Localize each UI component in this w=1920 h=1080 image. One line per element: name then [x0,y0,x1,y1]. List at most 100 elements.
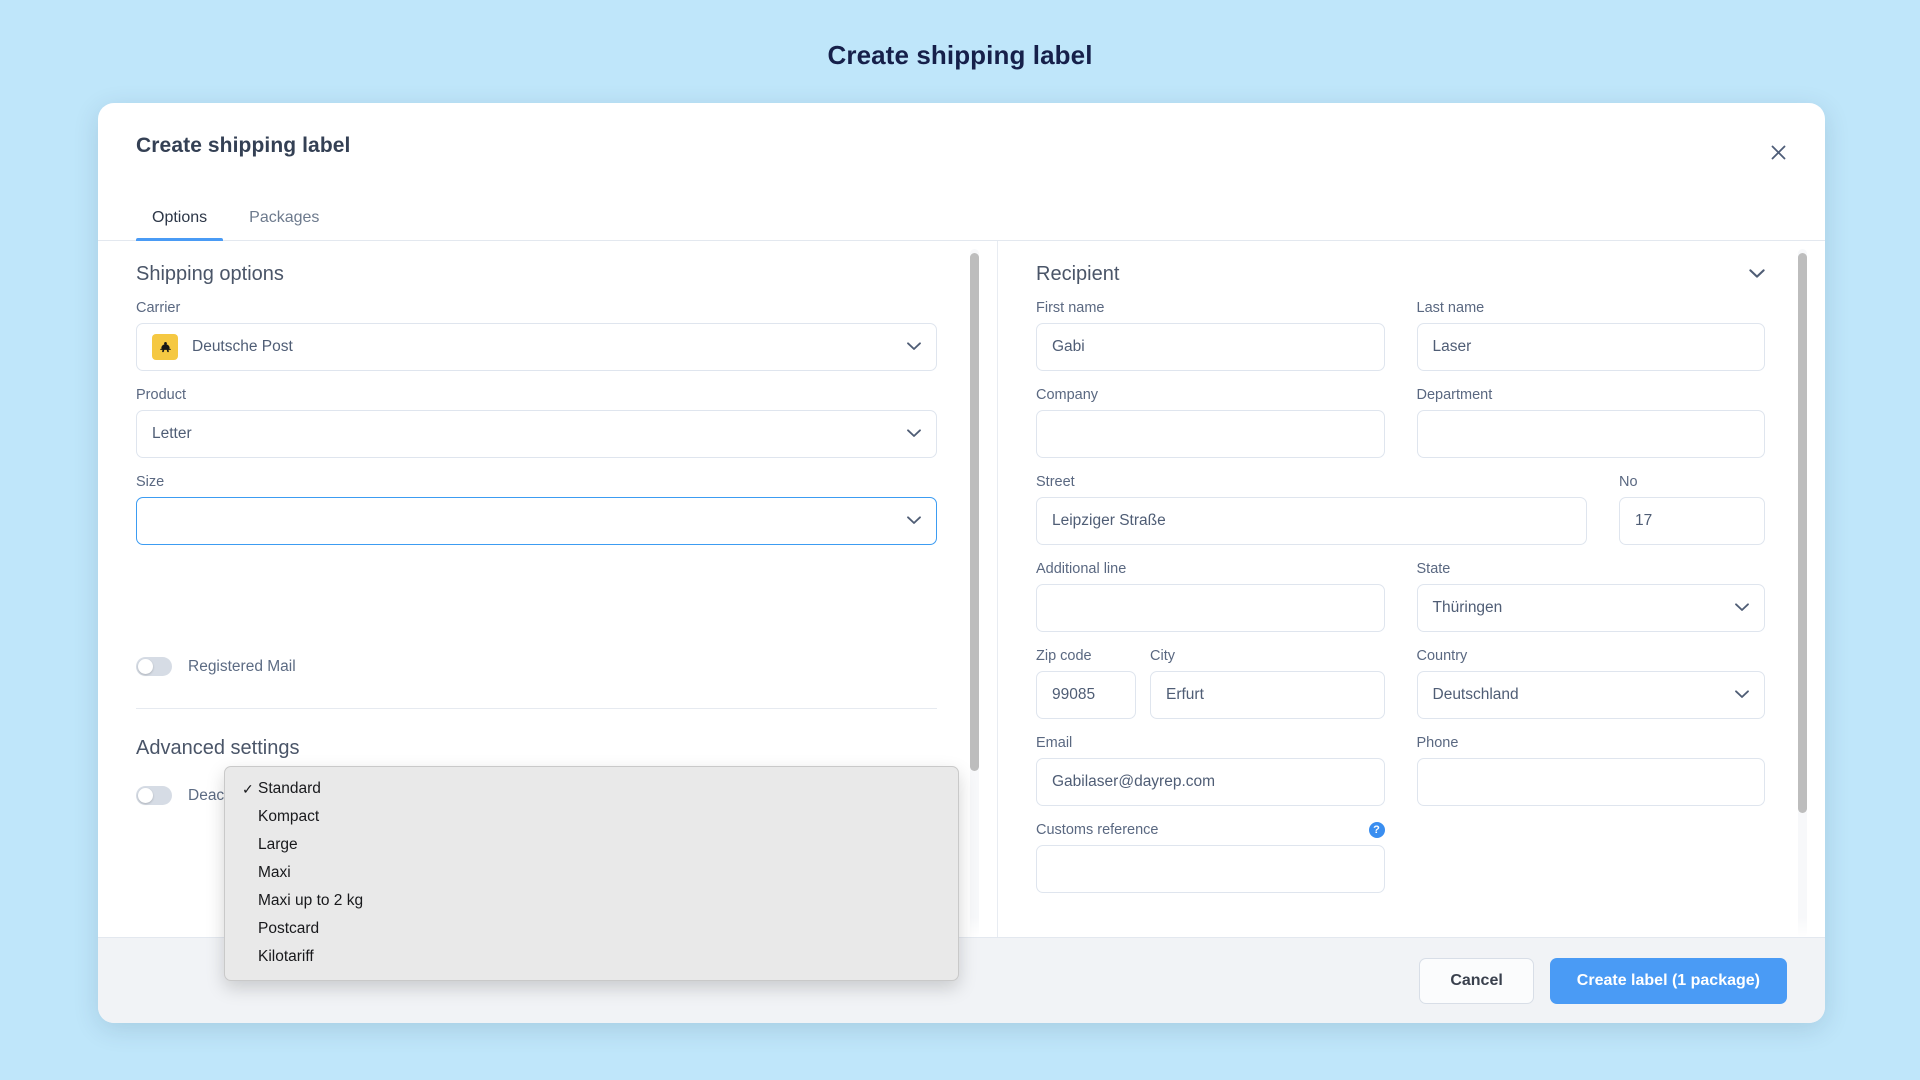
house-no-label: No [1619,474,1638,490]
state-select[interactable]: Thüringen [1416,584,1765,632]
zip-code-input[interactable]: 99085 [1036,671,1136,719]
department-input[interactable] [1416,410,1765,458]
dialog-header: Create shipping label [98,103,1825,189]
department-label: Department [1416,387,1493,403]
zip-city-country-row: Zip code 99085 City Erfurt Country Deuts… [1036,648,1765,735]
chevron-down-icon [1735,688,1749,701]
company-row: Company Department [1036,387,1765,474]
dialog-title: Create shipping label [136,134,351,157]
country-label: Country [1416,648,1468,664]
size-option-kompact[interactable]: Kompact [225,803,958,831]
carrier-field: Carrier Deutsche Post [136,300,937,371]
product-select[interactable]: Letter [136,410,937,458]
carrier-value: Deutsche Post [192,338,293,355]
street-input[interactable]: Leipziger Straße [1036,497,1587,545]
city-field: City Erfurt [1150,648,1385,719]
size-select[interactable] [136,497,937,545]
recipient-scrollbar[interactable] [1798,249,1807,937]
size-option-label: Large [258,836,298,853]
first-name-field: First name Gabi [1036,300,1385,371]
city-label: City [1150,648,1175,664]
first-name-value: Gabi [1052,338,1085,355]
street-value: Leipziger Straße [1052,512,1166,529]
email-input[interactable]: Gabilaser@dayrep.com [1036,758,1385,806]
tab-options[interactable]: Options [136,209,224,241]
registered-mail-row: Registered Mail [136,657,937,676]
size-option-maxi-up-to-2kg[interactable]: Maxi up to 2 kg [225,887,958,915]
company-label: Company [1036,387,1099,403]
size-option-label: Standard [258,780,321,797]
size-option-label: Kompact [258,808,320,825]
zip-code-label: Zip code [1036,648,1092,664]
size-option-kilotariff[interactable]: Kilotariff [225,943,958,971]
phone-field: Phone [1416,735,1765,806]
product-field: Product Letter [136,387,937,458]
phone-label: Phone [1416,735,1459,751]
deutsche-post-horn-icon [152,334,178,360]
close-icon[interactable] [1761,135,1795,169]
create-label-button[interactable]: Create label (1 package) [1549,957,1787,1004]
email-value: Gabilaser@dayrep.com [1052,773,1216,790]
additional-line-label: Additional line [1036,561,1127,577]
help-question-icon[interactable]: ? [1368,822,1385,838]
shipping-options-scrollbar[interactable] [970,249,979,937]
city-value: Erfurt [1166,686,1204,703]
dialog-body: Shipping options Carrier Deutsche Post P… [98,241,1825,981]
carrier-select[interactable]: Deutsche Post [136,323,937,371]
first-name-label: First name [1036,300,1105,316]
size-option-standard[interactable]: ✓ Standard [225,775,958,803]
city-input[interactable]: Erfurt [1150,671,1385,719]
size-dropdown-menu[interactable]: ✓ Standard Kompact Large Maxi Maxi up to… [224,766,959,981]
country-select[interactable]: Deutschland [1416,671,1765,719]
size-option-large[interactable]: Large [225,831,958,859]
size-option-postcard[interactable]: Postcard [225,915,958,943]
state-label: State [1416,561,1451,577]
additional-line-input[interactable] [1036,584,1385,632]
phone-input[interactable] [1416,758,1765,806]
customs-reference-label: Customs reference [1036,822,1159,838]
additional-line-field: Additional line [1036,561,1385,632]
recipient-pane: Recipient First name Gabi Last name Lase… [998,241,1825,937]
advanced-settings-heading: Advanced settings [136,737,300,759]
house-no-value: 17 [1635,512,1653,529]
country-group: Country Deutschland [1416,648,1765,735]
last-name-field: Last name Laser [1416,300,1765,371]
state-field: State Thüringen [1416,561,1765,632]
customs-reference-field: Customs reference ? [1036,822,1385,893]
chevron-down-icon [907,427,921,440]
section-divider [136,708,937,709]
size-option-maxi[interactable]: Maxi [225,859,958,887]
size-option-label: Maxi up to 2 kg [258,892,364,909]
first-name-input[interactable]: Gabi [1036,323,1385,371]
registered-mail-toggle[interactable] [136,657,172,676]
company-input[interactable] [1036,410,1385,458]
size-field: Size [136,474,937,545]
email-field: Email Gabilaser@dayrep.com [1036,735,1385,806]
size-option-label: Postcard [258,920,320,937]
size-option-label: Kilotariff [258,948,314,965]
dialog-tabs: Options Packages [98,189,1825,241]
carrier-label: Carrier [136,300,181,316]
recipient-heading-row: Recipient [1036,263,1765,286]
email-phone-row: Email Gabilaser@dayrep.com Phone [1036,735,1765,822]
last-name-value: Laser [1432,338,1472,355]
chevron-down-icon[interactable] [1749,267,1765,282]
email-label: Email [1036,735,1073,751]
deactivate-weight-check-toggle[interactable] [136,786,172,805]
chevron-down-icon [1735,601,1749,614]
customs-reference-input[interactable] [1036,845,1385,893]
size-option-label: Maxi [258,864,291,881]
create-shipping-label-dialog: Create shipping label Options Packages S… [98,103,1825,1023]
recipient-heading: Recipient [1036,263,1120,285]
cancel-button[interactable]: Cancel [1419,957,1534,1004]
product-value: Letter [152,425,192,442]
company-field: Company [1036,387,1385,458]
chevron-down-icon [907,340,921,353]
page-title: Create shipping label [827,40,1093,70]
tab-packages[interactable]: Packages [233,209,335,240]
size-label: Size [136,474,165,490]
last-name-input[interactable]: Laser [1416,323,1765,371]
house-no-field: No 17 [1619,474,1765,545]
state-value: Thüringen [1432,599,1503,616]
house-no-input[interactable]: 17 [1619,497,1765,545]
